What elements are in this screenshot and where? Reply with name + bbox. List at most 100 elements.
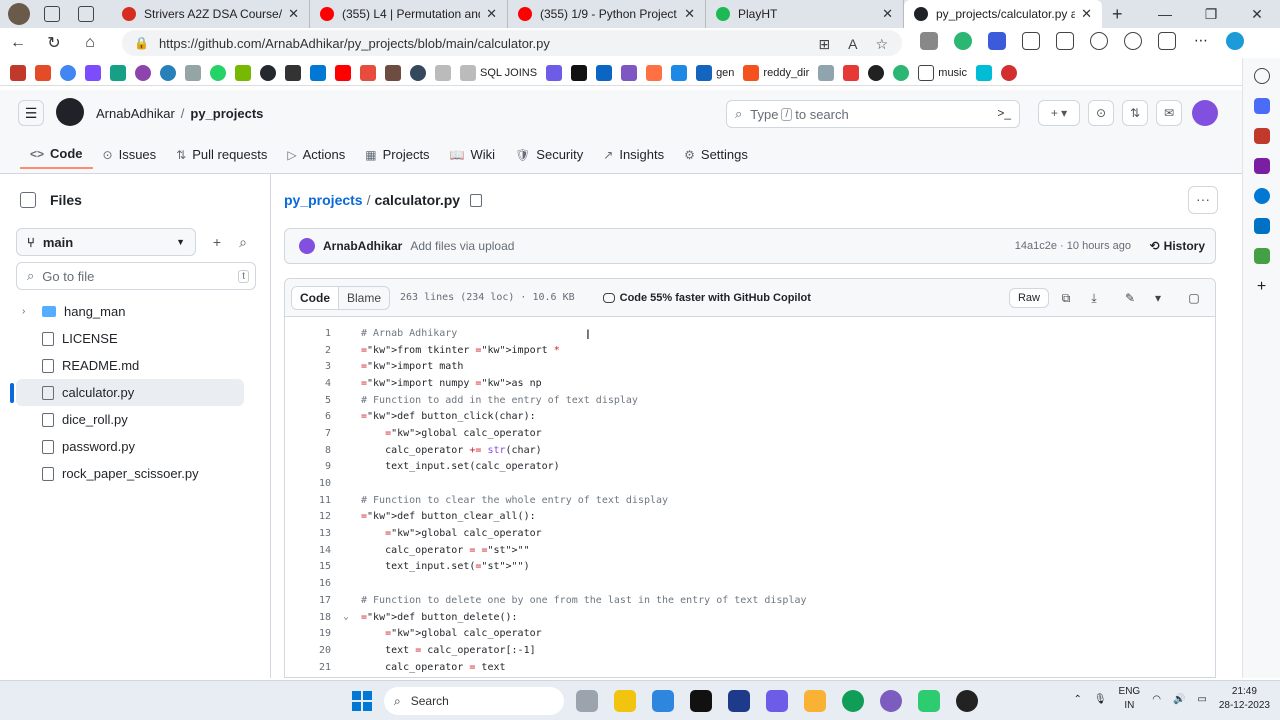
bookmark-icon[interactable] xyxy=(976,64,993,81)
commit-author[interactable]: ArnabAdhikar xyxy=(323,239,402,253)
repo-nav-pull-requests[interactable]: ⇅ Pull requests xyxy=(166,140,277,169)
new-tab-button[interactable]: + xyxy=(1112,4,1123,25)
go-to-file-input[interactable]: ⌕ Go to file t xyxy=(16,262,256,290)
line-number[interactable]: 3 xyxy=(285,361,331,372)
line-number[interactable]: 16 xyxy=(285,578,331,589)
close-window-button[interactable]: ✕ xyxy=(1234,6,1280,23)
repo-nav-issues[interactable]: ⊙ Issues xyxy=(93,140,167,169)
chevron-down-icon[interactable]: ▾ xyxy=(1147,286,1169,310)
line-number[interactable]: 14 xyxy=(285,545,331,556)
line-number[interactable]: 11 xyxy=(285,495,331,506)
browser-essentials-icon[interactable] xyxy=(1158,32,1176,50)
history-icon[interactable] xyxy=(1124,32,1142,50)
repo-nav-projects[interactable]: ▦ Projects xyxy=(355,140,439,169)
tree-file[interactable]: LICENSE xyxy=(16,325,244,352)
tools-icon[interactable] xyxy=(1253,128,1270,144)
line-number[interactable]: 18 xyxy=(285,612,331,623)
bookmark-music[interactable]: music xyxy=(918,64,967,81)
taskbar-app-icon[interactable] xyxy=(766,690,788,712)
more-options-button[interactable]: ··· xyxy=(1188,186,1218,214)
line-number[interactable]: 13 xyxy=(285,528,331,539)
line-number[interactable]: 8 xyxy=(285,445,331,456)
bookmark-icon[interactable] xyxy=(385,64,401,81)
edge-browser-icon[interactable] xyxy=(842,690,864,712)
github-logo-icon[interactable] xyxy=(56,98,84,126)
repo-nav-actions[interactable]: ▷ Actions xyxy=(277,140,355,169)
bookmark-icon[interactable] xyxy=(893,64,910,81)
line-number[interactable]: 20 xyxy=(285,645,331,656)
pycharm-icon[interactable] xyxy=(690,690,712,712)
favorites-icon[interactable] xyxy=(1090,32,1108,50)
bookmark-reddy-dir[interactable]: reddy_dir xyxy=(743,64,809,81)
close-tab-icon[interactable]: ✕ xyxy=(486,6,497,22)
tree-file[interactable]: rock_paper_scissoer.py xyxy=(16,460,244,487)
bookmark-icon[interactable] xyxy=(235,64,251,81)
commit-author-avatar[interactable] xyxy=(299,238,315,254)
taskbar-app-icon[interactable] xyxy=(728,690,750,712)
line-number[interactable]: 7 xyxy=(285,428,331,439)
bookmark-icon[interactable] xyxy=(160,64,176,81)
browser-tab[interactable]: (355) 1/9 - Python Project Tutori ✕ xyxy=(508,0,706,28)
browser-tab[interactable]: py_projects/calculator.py at main ✕ xyxy=(904,0,1102,28)
taskbar-search[interactable]: ⌕ Search xyxy=(384,687,564,715)
line-number[interactable]: 9 xyxy=(285,461,331,472)
repo-nav-settings[interactable]: ⚙ Settings xyxy=(674,140,758,169)
history-button[interactable]: ⟲ History xyxy=(1150,239,1205,253)
games-icon[interactable] xyxy=(1253,158,1270,174)
extension-icon[interactable] xyxy=(988,32,1006,50)
taskbar-app-icon[interactable] xyxy=(614,690,636,712)
read-aloud-icon[interactable]: A xyxy=(848,36,857,53)
minimize-button[interactable]: — xyxy=(1142,6,1188,22)
profile-avatar[interactable] xyxy=(8,3,30,25)
issues-icon[interactable]: ⊙ xyxy=(1088,100,1114,126)
repo-nav-insights[interactable]: ↗ Insights xyxy=(593,140,674,169)
sidebar-app-icon[interactable] xyxy=(1253,248,1270,264)
microphone-icon[interactable]: 🎙 xyxy=(1094,694,1107,705)
bookmark-icon[interactable] xyxy=(646,64,663,81)
chevron-up-icon[interactable]: ⌃ xyxy=(1073,694,1081,705)
close-tab-icon[interactable]: ✕ xyxy=(684,6,695,22)
line-number[interactable]: 21 xyxy=(285,662,331,673)
branch-selector[interactable]: ⑂ main ▼ xyxy=(16,228,196,256)
symbols-panel-icon[interactable]: ▢ xyxy=(1183,286,1205,310)
browser-tab[interactable]: Strivers A2Z DSA Course/Sheet - ✕ xyxy=(112,0,310,28)
bookmark-sql-joins[interactable]: SQL JOINS xyxy=(460,64,537,81)
tree-folder[interactable]: › hang_man xyxy=(16,298,244,325)
bookmark-icon[interactable] xyxy=(868,64,885,81)
extensions-puzzle-icon[interactable] xyxy=(1022,32,1040,50)
github-desktop-icon[interactable] xyxy=(956,690,978,712)
copy-raw-icon[interactable]: ⧉ xyxy=(1055,286,1077,310)
line-number[interactable]: 17 xyxy=(285,595,331,606)
taskbar-app-icon[interactable] xyxy=(918,690,940,712)
bookmark-icon[interactable] xyxy=(818,64,835,81)
back-button[interactable]: ← xyxy=(0,34,36,52)
menu-icon[interactable]: ☰ xyxy=(18,100,44,126)
add-file-button[interactable]: + xyxy=(204,228,230,256)
line-number[interactable]: 10 xyxy=(285,478,331,489)
file-explorer-icon[interactable] xyxy=(804,690,826,712)
bookmark-icon[interactable] xyxy=(843,64,860,81)
inbox-icon[interactable]: ✉ xyxy=(1156,100,1182,126)
repo-path-link[interactable]: py_projects xyxy=(284,192,363,208)
volume-icon[interactable]: 🔊 xyxy=(1173,694,1185,705)
bookmark-icon[interactable] xyxy=(135,64,151,81)
whatsapp-icon[interactable] xyxy=(210,64,226,81)
microsoft365-icon[interactable] xyxy=(1253,188,1270,204)
repo-nav-code[interactable]: <> Code xyxy=(20,140,93,169)
owner-link[interactable]: ArnabAdhikar xyxy=(96,106,175,121)
youtube-icon[interactable] xyxy=(335,64,351,81)
wifi-icon[interactable]: ◠ xyxy=(1152,694,1161,705)
copilot-promo[interactable]: Code 55% faster with GitHub Copilot xyxy=(602,292,811,304)
more-menu-icon[interactable]: ⋯ xyxy=(1192,32,1210,50)
bookmark-icon[interactable] xyxy=(546,64,563,81)
reload-button[interactable]: ↻ xyxy=(36,33,72,53)
bookmark-icon[interactable] xyxy=(35,64,51,81)
browser-tab[interactable]: PlayHT ✕ xyxy=(706,0,904,28)
pull-requests-icon[interactable]: ⇅ xyxy=(1122,100,1148,126)
browser-tab[interactable]: (355) L4 | Permutation and Comb ✕ xyxy=(310,0,508,28)
google-icon[interactable] xyxy=(60,64,76,81)
copy-path-icon[interactable] xyxy=(470,193,483,207)
address-bar[interactable]: 🔒 https://github.com/ArnabAdhikar/py_pro… xyxy=(122,30,902,56)
split-screen-icon[interactable] xyxy=(1056,32,1074,50)
bookmark-icon[interactable] xyxy=(1001,64,1018,81)
